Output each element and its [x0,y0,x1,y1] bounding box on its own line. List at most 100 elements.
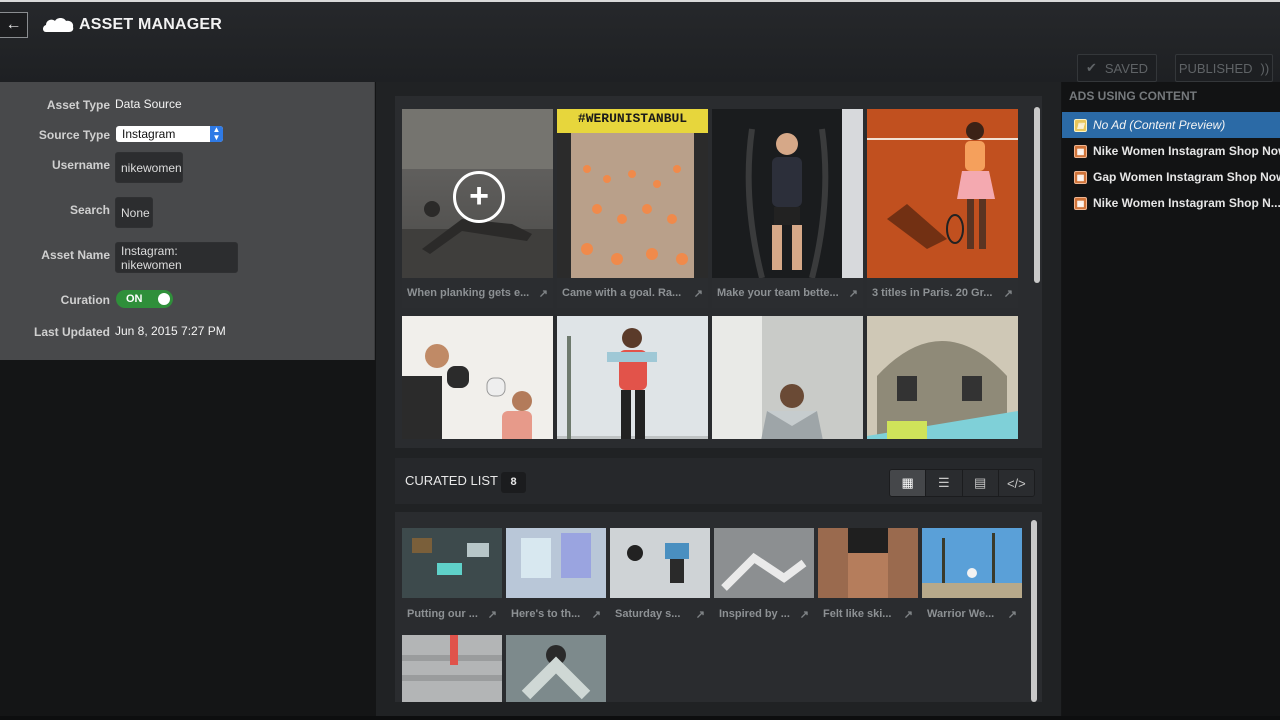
feed-caption: When planking gets e... ↗ [402,278,553,308]
ad-item-gap-women[interactable]: ▦ Gap Women Instagram Shop Now [1062,164,1280,190]
feed-tile[interactable]: #WERUNISTANBUL Came with a goal. Ra... ↗ [557,109,708,308]
username-field[interactable]: nikewomen [115,152,183,183]
ad-item-content-preview[interactable]: ▦ No Ad (Content Preview) [1062,112,1280,138]
curated-caption-text: Warrior We... [927,608,995,620]
curated-image [402,528,502,598]
search-field[interactable]: None [115,197,153,228]
external-link-icon[interactable]: ↗ [592,608,601,621]
ad-item-label: No Ad (Content Preview) [1093,118,1226,132]
curated-image [922,528,1022,598]
curated-tile[interactable] [506,635,606,702]
curated-caption-text: Here's to th... [511,608,581,620]
feed-image [712,316,863,439]
asset-type-value: Data Source [115,97,182,111]
ad-item-nike-women-1[interactable]: ▦ Nike Women Instagram Shop Now [1062,138,1280,164]
ad-item-nike-women-2[interactable]: ▦ Nike Women Instagram Shop N... [1062,190,1280,216]
curated-image [402,635,502,702]
curated-tile[interactable] [402,635,502,702]
curated-caption: Warrior We... ↗ [922,598,1022,630]
ad-item-label: Nike Women Instagram Shop Now [1093,144,1280,158]
curation-toggle[interactable]: ON [116,290,173,308]
feed-tile[interactable]: 3 titles in Paris. 20 Gr... ↗ [867,109,1018,308]
cloud-icon [43,18,74,32]
hooded-jacket-photo [712,316,823,439]
curated-caption: Saturday s... ↗ [610,598,710,630]
source-type-value: Instagram [122,127,176,141]
feed-caption: Came with a goal. Ra... ↗ [557,278,708,308]
curated-caption-text: Putting our ... [407,608,478,620]
feed-image [557,316,708,439]
lunge-photo [721,552,807,591]
external-link-icon[interactable]: ↗ [539,287,548,300]
feed-image [867,316,1018,439]
curated-tile[interactable]: Inspired by ... ↗ [714,528,814,630]
feed-caption-text: When planking gets e... [407,287,530,299]
asset-details-panel: Asset Type Data Source Source Type Insta… [0,82,375,360]
external-link-icon[interactable]: ↗ [1004,287,1013,300]
feed-tile[interactable] [557,316,708,439]
feed-tile[interactable] [402,316,553,439]
asset-name-label: Asset Name [41,248,110,262]
feed-image [712,109,863,278]
curated-tile[interactable]: Putting our ... ↗ [402,528,502,630]
grid-view-icon: ▦ [901,475,914,490]
ad-doc-icon: ▦ [1074,144,1087,158]
external-link-icon[interactable]: ↗ [849,287,858,300]
external-link-icon[interactable]: ↗ [800,608,809,621]
feed-tile[interactable] [867,316,1018,439]
feed-tile[interactable]: Make your team bette... ↗ [712,109,863,308]
add-circle-icon[interactable]: + [453,171,505,223]
feed-image [867,109,1018,278]
tennis-photo [867,122,1018,249]
broadcast-icon: )) [1260,60,1270,76]
arch-stretch-photo [867,341,1018,439]
stairs-run-photo [402,635,502,681]
ad-doc-icon: ▦ [1074,170,1087,184]
external-link-icon[interactable]: ↗ [488,608,497,621]
code-view-button[interactable]: </> [998,470,1034,496]
curated-caption: Felt like ski... ↗ [818,598,918,630]
list-view-button[interactable]: ☰ [926,470,963,496]
curated-tile[interactable]: Here's to th... ↗ [506,528,606,630]
select-arrows-icon: ▲ ▼ [210,126,223,142]
published-button[interactable]: PUBLISHED )) [1175,54,1273,82]
feed-scrollbar[interactable] [1034,107,1040,283]
boxing-photo [402,344,532,439]
curated-caption: Inspired by ... ↗ [714,598,814,630]
curated-grid: Putting our ... ↗ Here's to th... ↗ Saturd… [395,512,1042,702]
torso-photo [848,528,888,598]
saved-button[interactable]: ✔ SAVED [1077,54,1157,82]
external-link-icon[interactable]: ↗ [696,608,705,621]
username-label: Username [51,158,110,172]
curated-scrollbar[interactable] [1031,520,1037,702]
feed-caption-text: 3 titles in Paris. 20 Gr... [872,287,993,299]
feed-tile[interactable] [712,316,863,439]
curated-tile[interactable]: Warrior We... ↗ [922,528,1022,630]
source-type-label: Source Type [38,128,110,142]
battle-rope-photo [745,109,863,278]
curated-image [610,528,710,598]
external-link-icon[interactable]: ↗ [904,608,913,621]
card-view-button[interactable]: ▤ [962,470,999,496]
last-updated-label: Last Updated [33,325,110,339]
external-link-icon[interactable]: ↗ [1008,608,1017,621]
saved-label: SAVED [1104,60,1148,76]
asset-manager-app: ← ASSET MANAGER ✔ SAVED PUBLISHED )) Ass… [0,0,1280,720]
card-view-icon: ▤ [973,475,987,490]
back-button[interactable]: ← [0,12,28,38]
source-type-select[interactable]: Instagram ▲ ▼ [116,126,223,142]
medicine-ball-photo [627,543,689,583]
feed-caption-text: Came with a goal. Ra... [562,287,682,299]
external-link-icon[interactable]: ↗ [694,287,703,300]
asset-name-field[interactable]: Instagram: nikewomen [115,242,238,273]
feed-caption: Make your team bette... ↗ [712,278,863,308]
app-title: ASSET MANAGER [79,16,223,33]
feed-tile[interactable]: + When planking gets e... ↗ [402,109,553,308]
curated-image [714,528,814,598]
source-feed-grid: + When planking gets e... ↗ #WERUNISTANB… [402,109,1019,439]
code-view-icon: </> [1006,475,1026,491]
curated-caption-text: Saturday s... [615,608,681,620]
curated-tile[interactable]: Saturday s... ↗ [610,528,710,630]
grid-view-button[interactable]: ▦ [890,470,927,496]
curated-tile[interactable]: Felt like ski... ↗ [818,528,918,630]
